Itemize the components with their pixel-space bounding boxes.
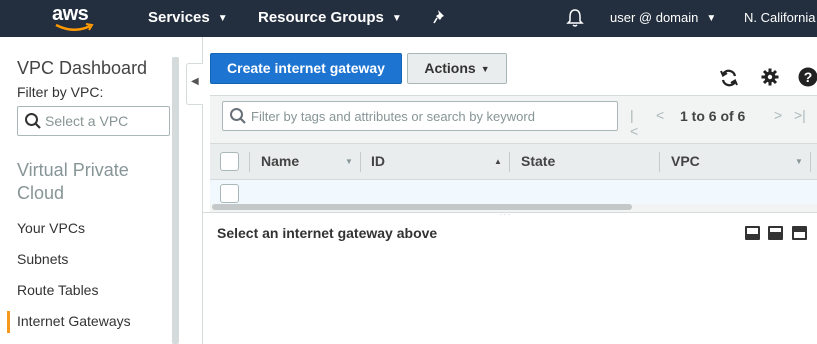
first-page-icon[interactable]: |<	[630, 107, 638, 139]
gear-icon[interactable]	[760, 67, 780, 87]
actions-label: Actions	[424, 60, 476, 76]
aws-logo[interactable]: aws	[52, 3, 98, 33]
column-separator	[810, 152, 811, 172]
table-row[interactable]	[210, 180, 817, 204]
vpc-filter-placeholder: Select a VPC	[45, 113, 129, 129]
column-separator	[509, 152, 510, 172]
gateway-table-panel: Filter by tags and attributes or search …	[210, 95, 817, 213]
column-header-id[interactable]: ID	[371, 144, 385, 179]
chevron-left-icon: ◀	[191, 76, 199, 87]
region-menu[interactable]: N. California	[744, 0, 816, 37]
sidebar-item-your-vpcs[interactable]: Your VPCs	[17, 220, 85, 236]
horizontal-scrollbar[interactable]	[212, 204, 632, 210]
search-icon	[230, 108, 246, 124]
previous-page-icon[interactable]: <	[656, 107, 664, 123]
resource-groups-label: Resource Groups	[258, 9, 384, 26]
chevron-down-icon: ▼	[480, 63, 490, 74]
column-header-vpc[interactable]: VPC	[671, 144, 700, 179]
refresh-icon[interactable]	[719, 68, 739, 88]
sort-down-icon[interactable]: ▼	[795, 157, 803, 166]
aws-smile-icon	[55, 23, 94, 31]
sidebar-item-route-tables[interactable]: Route Tables	[17, 282, 98, 298]
actions-button[interactable]: Actions ▼	[407, 53, 507, 84]
table-header: Name ▼ ID ▲ State VPC ▼	[210, 143, 817, 180]
detail-pane-message: Select an internet gateway above	[217, 225, 438, 241]
user-label: user @ domain	[610, 10, 699, 25]
column-separator	[249, 152, 250, 172]
user-menu[interactable]: user @ domain ▼	[610, 0, 716, 37]
column-header-name[interactable]: Name	[261, 144, 299, 179]
bell-icon	[566, 9, 584, 27]
table-filter-placeholder: Filter by tags and attributes or search …	[251, 109, 535, 124]
column-separator	[659, 152, 660, 172]
region-label: N. California	[744, 10, 816, 25]
layout-full-pane-icon[interactable]	[792, 226, 807, 240]
column-separator	[360, 152, 361, 172]
sort-down-icon[interactable]: ▼	[345, 157, 353, 166]
vpc-filter-select[interactable]: Select a VPC	[17, 106, 170, 136]
pagination-count: 1 to 6 of 6	[680, 108, 746, 124]
sidebar-item-internet-gateways[interactable]: Internet Gateways	[17, 313, 131, 329]
chevron-down-icon: ▼	[391, 12, 402, 24]
chevron-down-icon: ▼	[706, 13, 717, 25]
table-filter-input[interactable]: Filter by tags and attributes or search …	[222, 101, 618, 131]
sidebar-item-subnets[interactable]: Subnets	[17, 251, 68, 267]
resource-groups-menu[interactable]: Resource Groups ▼	[258, 0, 402, 37]
search-icon	[25, 113, 41, 129]
create-internet-gateway-button[interactable]: Create internet gateway	[210, 53, 402, 84]
active-item-indicator	[7, 311, 10, 333]
top-navigation-bar: aws Services ▼ Resource Groups ▼ user @ do…	[0, 0, 817, 37]
chevron-down-icon: ▼	[217, 12, 228, 24]
column-header-state[interactable]: State	[521, 144, 555, 179]
sidebar: VPC Dashboard Filter by VPC: Select a VP…	[0, 37, 203, 344]
sort-up-icon[interactable]: ▲	[494, 157, 502, 166]
row-checkbox[interactable]	[220, 184, 239, 203]
svg-text:?: ?	[804, 69, 813, 85]
pin-button[interactable]	[433, 0, 447, 37]
sidebar-scrollbar[interactable]	[172, 57, 179, 344]
sidebar-section-heading: Virtual Private Cloud	[17, 160, 129, 203]
last-page-icon[interactable]: >|	[794, 107, 806, 123]
pin-icon	[433, 10, 444, 24]
services-label: Services	[148, 9, 210, 26]
collapse-sidebar-button[interactable]: ◀	[186, 63, 203, 105]
services-menu[interactable]: Services ▼	[148, 0, 228, 37]
layout-bottom-pane-icon[interactable]	[745, 226, 760, 240]
next-page-icon[interactable]: >	[774, 107, 782, 123]
help-icon[interactable]: ?	[798, 67, 817, 87]
sidebar-title[interactable]: VPC Dashboard	[17, 58, 147, 79]
select-all-checkbox[interactable]	[220, 152, 239, 171]
layout-split-pane-icon[interactable]	[768, 226, 783, 240]
resize-handle-icon[interactable]: ˙˙˙	[500, 213, 512, 223]
filter-by-vpc-label: Filter by VPC:	[17, 84, 104, 100]
notifications-button[interactable]	[566, 0, 584, 37]
